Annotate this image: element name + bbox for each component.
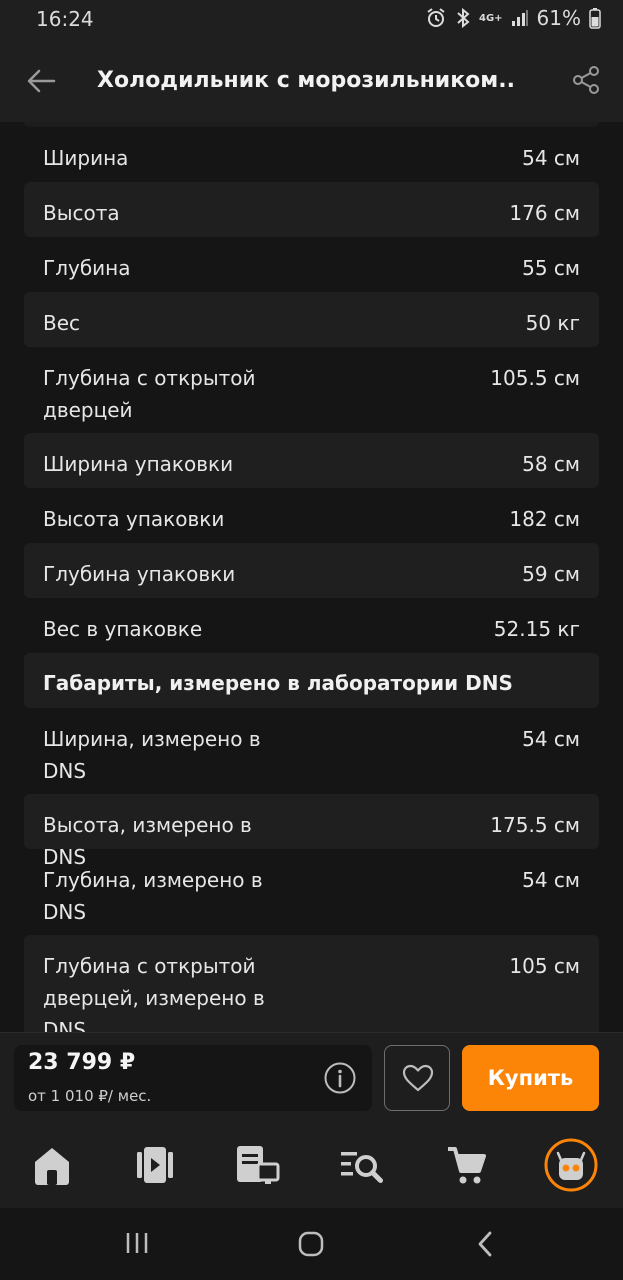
- spec-value: 176 см: [509, 201, 580, 225]
- price-box[interactable]: 23 799 ₽ от 1 010 ₽/ мес.: [14, 1045, 372, 1111]
- spec-label: Глубина с открытой дверцей, измерено в D…: [43, 954, 265, 1032]
- spec-label: Глубина упаковки: [43, 562, 236, 586]
- info-icon[interactable]: [323, 1061, 357, 1095]
- spec-label: Глубина с открытой дверцей: [43, 366, 256, 422]
- spec-label: Ширина: [43, 146, 129, 170]
- app-bar: Холодильник с морозильником...: [0, 40, 623, 122]
- spec-value: 54 см: [522, 727, 580, 751]
- compare-icon[interactable]: [232, 1140, 282, 1190]
- search-list-icon[interactable]: [338, 1140, 388, 1190]
- price: 23 799 ₽: [28, 1050, 136, 1075]
- heart-icon: [402, 1064, 434, 1092]
- spec-label: Глубина: [43, 256, 131, 280]
- buy-bar: 23 799 ₽ от 1 010 ₽/ мес. Купить: [0, 1032, 623, 1122]
- spec-value: 58 см: [522, 452, 580, 476]
- spec-list: Ширина 54 см Высота 176 см Глубина 55 см Ве…: [24, 122, 599, 1032]
- status-icons: 4G+ 61%: [425, 6, 601, 30]
- alarm-icon: [427, 8, 445, 27]
- catalog-icon[interactable]: [130, 1140, 180, 1190]
- buy-button[interactable]: Купить: [462, 1045, 599, 1111]
- spec-row: Высота упаковки 182 см: [24, 488, 599, 543]
- spec-label: Глубина, измерено в DNS: [43, 868, 263, 924]
- recent-apps-icon[interactable]: [124, 1230, 150, 1256]
- spec-value: 50 кг: [525, 311, 580, 335]
- spec-row: Глубина, измерено в DNS 54 см: [24, 849, 599, 935]
- spec-row: Вес в упаковке 52.15 кг: [24, 598, 599, 653]
- spec-value: 182 см: [509, 507, 580, 531]
- spec-value: 52.15 кг: [493, 617, 580, 641]
- cart-icon[interactable]: [442, 1140, 492, 1190]
- spec-row: Глубина с открытой дверцей, измерено в D…: [24, 935, 599, 1032]
- back-button-icon[interactable]: [475, 1230, 497, 1258]
- spec-row: Высота 176 см: [24, 182, 599, 237]
- spec-value: 175.5 см: [490, 813, 580, 837]
- system-navigation: [0, 1208, 623, 1280]
- spec-row: Ширина, измерено в DNS 54 см: [24, 708, 599, 794]
- spec-label: Ширина упаковки: [43, 452, 234, 476]
- page-title: Холодильник с морозильником...: [97, 68, 517, 93]
- signal-icon: [511, 10, 528, 26]
- network-label: 4G+: [479, 12, 503, 24]
- spec-label: Вес в упаковке: [43, 617, 203, 641]
- battery-icon: [589, 8, 601, 29]
- spec-row: Ширина 54 см: [24, 127, 599, 182]
- spec-row: Глубина с открытой дверцей 105.5 см: [24, 347, 599, 433]
- home-icon[interactable]: [27, 1140, 77, 1190]
- status-time: 16:24: [36, 7, 94, 31]
- spec-label: Вес: [43, 311, 81, 335]
- spec-label: Высота упаковки: [43, 507, 225, 531]
- spec-row: Вес 50 кг: [24, 292, 599, 347]
- favorite-button[interactable]: [384, 1045, 450, 1111]
- spec-value: 59 см: [522, 562, 580, 586]
- spec-row: Глубина 55 см: [24, 237, 599, 292]
- spec-value: 105 см: [509, 954, 580, 978]
- spec-value: 105.5 см: [490, 366, 580, 390]
- credit-price: от 1 010 ₽/ мес.: [28, 1087, 152, 1105]
- spec-row: Глубина упаковки 59 см: [24, 543, 599, 598]
- home-button-icon[interactable]: [297, 1230, 325, 1258]
- spec-label: Ширина, измерено в DNS: [43, 727, 261, 783]
- status-bar: 16:24 4G+ 61%: [0, 0, 623, 40]
- spec-value: 54 см: [522, 146, 580, 170]
- battery-label: 61%: [536, 6, 581, 30]
- section-title: Габариты, измерено в лаборатории DNS: [43, 671, 513, 695]
- spec-label: Высота: [43, 201, 120, 225]
- section-header: Габариты, измерено в лаборатории DNS: [24, 653, 599, 708]
- bluetooth-icon: [457, 7, 470, 29]
- spec-row: Высота, измерено в DNS 175.5 см: [24, 794, 599, 869]
- back-arrow-icon[interactable]: [24, 64, 58, 98]
- bottom-nav: [0, 1122, 623, 1208]
- share-icon[interactable]: [571, 64, 601, 96]
- specs-content[interactable]: Ширина 54 см Высота 176 см Глубина 55 см Ве…: [0, 122, 623, 1032]
- profile-icon[interactable]: [544, 1138, 598, 1192]
- spec-value: 55 см: [522, 256, 580, 280]
- spec-value: 54 см: [522, 868, 580, 892]
- spec-row: Ширина упаковки 58 см: [24, 433, 599, 488]
